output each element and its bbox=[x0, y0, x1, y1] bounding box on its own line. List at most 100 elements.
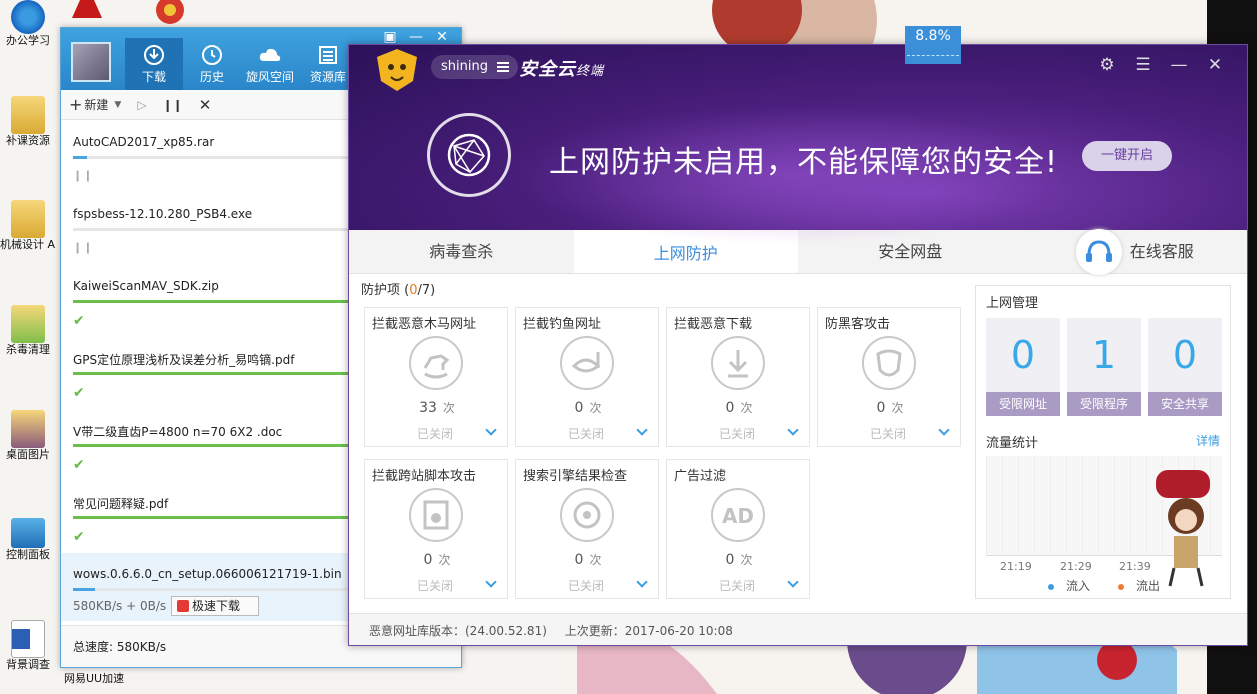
progress-bar bbox=[73, 372, 353, 375]
mask-icon bbox=[862, 336, 916, 390]
folder-icon bbox=[11, 305, 45, 343]
control-panel-icon bbox=[11, 518, 45, 548]
progress-bar bbox=[73, 228, 353, 231]
card-xss[interactable]: 拦截跨站脚本攻击 0次 已关闭 bbox=[364, 459, 508, 599]
progress-bar bbox=[73, 588, 353, 591]
desktop-icon-course-resources[interactable]: 补课资源 bbox=[0, 96, 56, 147]
download-item[interactable]: AutoCAD2017_xp85.rar ❙❙ bbox=[61, 121, 353, 193]
enable-protection-button[interactable]: 一键开启 bbox=[1082, 141, 1172, 171]
minimize-icon[interactable]: — bbox=[1161, 53, 1197, 77]
chevron-down-icon[interactable] bbox=[485, 424, 497, 436]
svg-text:AD: AD bbox=[722, 504, 754, 528]
card-phishing-url[interactable]: 拦截钓鱼网址 0次 已关闭 bbox=[515, 307, 659, 447]
desktop-icon-study[interactable]: 办公学习 bbox=[0, 0, 56, 47]
checkmark-icon: ✔ bbox=[73, 529, 85, 545]
desktop-icon-mech-design[interactable]: 机械设计 AD辅助 bbox=[0, 200, 56, 251]
menu-icon[interactable]: ☰ bbox=[1125, 53, 1161, 77]
headset-icon bbox=[1075, 228, 1122, 275]
desktop-icon-wallpapers[interactable]: 桌面图片 bbox=[0, 410, 56, 461]
progress-bar bbox=[73, 444, 353, 447]
download-item[interactable]: GPS定位原理浅析及误差分析_易鸣镝.pdf ✔ bbox=[61, 337, 353, 409]
download-speed: 580KB/s + 0B/s bbox=[73, 599, 167, 613]
progress-bar bbox=[73, 156, 353, 159]
download-list: AutoCAD2017_xp85.rar ❙❙ fspsbess-12.10.2… bbox=[61, 121, 353, 621]
traffic-details-link[interactable]: 详情 bbox=[1196, 432, 1220, 449]
delete-button[interactable]: ✕ bbox=[199, 96, 212, 114]
globe-network-icon bbox=[427, 113, 511, 197]
hamburger-icon bbox=[496, 62, 509, 72]
protection-items-title: 防护项 (0/7) bbox=[361, 283, 436, 298]
restricted-programs-box[interactable]: 1 受限程序 bbox=[1067, 318, 1141, 416]
checkmark-icon: ✔ bbox=[73, 313, 85, 329]
card-search-check[interactable]: 搜索引擎结果检查 0次 已关闭 bbox=[515, 459, 659, 599]
tab-download[interactable]: 下载 bbox=[125, 38, 183, 90]
chevron-down-icon[interactable] bbox=[787, 576, 799, 588]
anime-mascot-widget[interactable] bbox=[1146, 464, 1232, 588]
script-bomb-icon bbox=[409, 488, 463, 542]
clock-icon bbox=[202, 45, 222, 65]
tab-online-support[interactable]: 在线客服 bbox=[1023, 228, 1248, 275]
chevron-down-icon[interactable] bbox=[787, 424, 799, 436]
security-window: shining 安全云终端 ⚙ ☰ — ✕ 上网防护未启用，不能保障您的安全! … bbox=[348, 44, 1248, 646]
download-arrow-icon bbox=[711, 336, 765, 390]
download-arrow-icon bbox=[177, 600, 189, 612]
download-manager-tabs: 下载 历史 旋风空间 资源库 bbox=[125, 38, 357, 90]
close-icon[interactable]: ✕ bbox=[1197, 53, 1233, 77]
network-speed-widget[interactable]: 8.8% bbox=[905, 26, 961, 64]
new-task-button[interactable]: + 新建 ▼ bbox=[69, 95, 121, 114]
close-icon: ✕ bbox=[198, 95, 212, 114]
desktop-icon-control-panel[interactable]: 控制面板 bbox=[0, 518, 56, 561]
checkmark-icon: ✔ bbox=[73, 457, 85, 473]
desktop-icon-word-doc[interactable]: 背景调查 bbox=[0, 620, 56, 671]
card-malicious-download[interactable]: 拦截恶意下载 0次 已关闭 bbox=[666, 307, 810, 447]
restricted-urls-box[interactable]: 0 受限网址 bbox=[986, 318, 1060, 416]
pause-icon: ❙❙ bbox=[162, 97, 183, 112]
fishhook-icon bbox=[560, 336, 614, 390]
card-ad-filter[interactable]: 广告过滤 AD 0次 已关闭 bbox=[666, 459, 810, 599]
cloud-icon bbox=[259, 48, 281, 61]
tab-cyclone-space[interactable]: 旋风空间 bbox=[241, 38, 299, 90]
download-icon bbox=[144, 45, 164, 65]
progress-bar bbox=[73, 516, 353, 519]
rocking-horse-icon bbox=[409, 336, 463, 390]
user-menu-button[interactable]: shining bbox=[431, 55, 518, 79]
protection-items-panel: 防护项 (0/7) bbox=[361, 282, 961, 306]
safe-share-box[interactable]: 0 安全共享 bbox=[1148, 318, 1222, 416]
paused-icon: ❙❙ bbox=[73, 241, 94, 254]
tab-history[interactable]: 历史 bbox=[183, 38, 241, 90]
protection-warning: 上网防护未启用，不能保障您的安全! bbox=[549, 145, 1059, 180]
chevron-down-icon[interactable] bbox=[938, 424, 950, 436]
plus-icon: + bbox=[69, 95, 83, 114]
user-avatar[interactable] bbox=[71, 42, 111, 82]
progress-bar bbox=[73, 300, 353, 303]
chevron-down-icon[interactable] bbox=[636, 576, 648, 588]
legend-inflow: 流入 bbox=[1048, 577, 1090, 594]
chevron-down-icon: ▼ bbox=[114, 99, 122, 110]
download-item-active[interactable]: wows.0.6.6.0_cn_setup.066006121719-1.bin… bbox=[61, 553, 353, 621]
folder-icon bbox=[11, 96, 45, 134]
fast-download-button[interactable]: 极速下载 bbox=[171, 596, 259, 616]
ie-icon bbox=[11, 0, 45, 34]
desktop-icon-antivirus[interactable]: 杀毒清理 bbox=[0, 305, 56, 356]
card-trojan-url[interactable]: 拦截恶意木马网址 33 次 已关闭 bbox=[364, 307, 508, 447]
pause-button[interactable]: ❙❙ bbox=[163, 98, 183, 112]
gear-icon[interactable]: ⚙ bbox=[1089, 53, 1125, 77]
chevron-down-icon[interactable] bbox=[485, 576, 497, 588]
download-item[interactable]: KaiweiScanMAV_SDK.zip ✔ bbox=[61, 265, 353, 337]
word-icon bbox=[11, 620, 45, 658]
top-desktop-icons bbox=[60, 0, 200, 28]
lion-logo-icon bbox=[377, 49, 417, 91]
web-management-panel: 上网管理 0 受限网址 1 受限程序 0 安全共享 流量统计 详情 21:19 … bbox=[975, 285, 1231, 599]
target-icon bbox=[560, 488, 614, 542]
download-item[interactable]: 常见问题释疑.pdf ✔ bbox=[61, 481, 353, 553]
chevron-down-icon[interactable] bbox=[636, 424, 648, 436]
ad-icon: AD bbox=[711, 488, 765, 542]
download-item[interactable]: V带二级直齿P=4800 n=70 6X2 .doc ✔ bbox=[61, 409, 353, 481]
start-button[interactable]: ▷ bbox=[137, 98, 146, 112]
card-anti-hacker[interactable]: 防黑客攻击 0次 已关闭 bbox=[817, 307, 961, 447]
speed-wave-icon bbox=[907, 55, 959, 61]
library-icon bbox=[319, 46, 337, 64]
folder-icon bbox=[11, 410, 45, 448]
play-icon: ▷ bbox=[137, 97, 147, 112]
download-item[interactable]: fspsbess-12.10.280_PSB4.exe ❙❙ bbox=[61, 193, 353, 265]
